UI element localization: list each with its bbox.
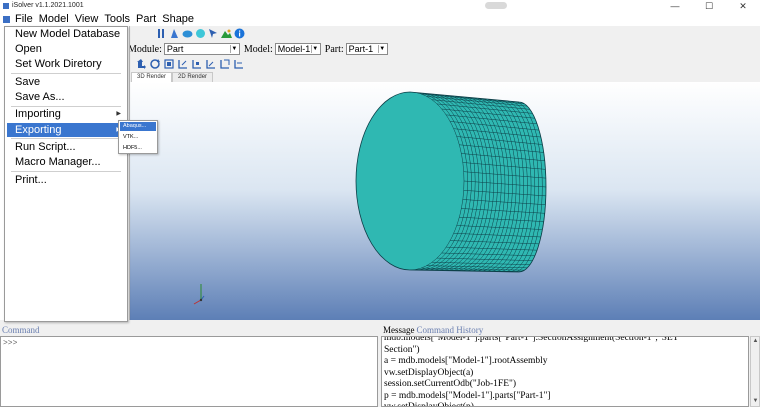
command-prompt: >>> <box>3 339 18 348</box>
part-label: Part: <box>324 43 344 55</box>
part-combo[interactable]: Part-1 ▼ <box>345 43 388 55</box>
close-button[interactable]: ✕ <box>726 0 760 12</box>
maximize-button[interactable]: ☐ <box>692 0 726 12</box>
tab-3d-render[interactable]: 3D Render <box>131 72 173 82</box>
zoom-fit-icon[interactable] <box>163 58 175 70</box>
message-scrollbar[interactable]: ▲ ▼ <box>750 336 760 407</box>
menu-item-exporting[interactable]: Exporting <box>15 124 61 137</box>
submenu-item-vtk[interactable]: VTK... <box>123 133 138 141</box>
chevron-down-icon: ▼ <box>310 45 319 53</box>
message-panel-tabs: Message Command History <box>383 325 483 336</box>
scroll-down-icon[interactable]: ▼ <box>752 398 759 405</box>
menu-item-new-model-database[interactable]: New Model Database <box>15 28 120 41</box>
tab-command-history[interactable]: Command History <box>417 325 484 336</box>
module-selector-row: Module: Part ▼ Model: Model-1 ▼ Part: Pa… <box>128 42 392 56</box>
view-toolbar <box>135 58 247 72</box>
menu-item-macro-manager[interactable]: Macro Manager... <box>15 156 101 169</box>
rotate-icon[interactable] <box>149 58 161 70</box>
menu-separator <box>11 106 121 107</box>
submenu-item-hdf5[interactable]: HDF5... <box>123 144 142 152</box>
pan-icon[interactable] <box>135 58 147 70</box>
command-panel-header: Command <box>2 325 40 335</box>
mountain-tool-icon[interactable] <box>221 28 232 39</box>
menu-item-print[interactable]: Print... <box>15 174 47 187</box>
cylinder-body <box>355 91 547 273</box>
menu-item-save[interactable]: Save <box>15 76 40 89</box>
info-icon[interactable] <box>234 28 245 39</box>
3d-viewport[interactable] <box>130 82 760 320</box>
message-line: mdb.models["Model-1"].parts["Part-1"].Se… <box>384 336 679 343</box>
window-title: iSolver v1.1.2021.1001 <box>12 2 84 9</box>
view-front-icon[interactable] <box>177 58 189 70</box>
column-chart-icon[interactable] <box>156 28 167 39</box>
load-tool-icon[interactable] <box>169 28 180 39</box>
view-top-icon[interactable] <box>205 58 217 70</box>
message-line: a = mdb.models["Model-1"].rootAssembly <box>384 356 548 366</box>
scroll-up-icon[interactable]: ▲ <box>752 338 759 345</box>
menu-separator <box>11 171 121 172</box>
model-combo[interactable]: Model-1 ▼ <box>274 43 321 55</box>
minimize-button[interactable]: — <box>658 0 692 12</box>
axes-triad-icon <box>193 284 205 305</box>
message-log: mdb.models["Model-1"].parts["Part-1"].Se… <box>381 336 749 407</box>
menu-model[interactable]: Model <box>36 12 72 26</box>
file-menu-dropdown: New Model Database Open Set Work Diretor… <box>4 26 128 322</box>
menu-separator <box>11 73 121 74</box>
titlebar-pill <box>485 2 507 9</box>
menu-separator <box>11 138 121 139</box>
menu-item-save-as[interactable]: Save As... <box>15 91 65 104</box>
message-line: p = mdb.models["Model-1"].parts["Part-1"… <box>384 390 551 401</box>
chevron-down-icon: ▼ <box>377 45 386 53</box>
command-input-area[interactable]: >>> <box>0 336 378 407</box>
sphere-tool-icon[interactable] <box>195 28 206 39</box>
model-value: Model-1 <box>277 44 311 54</box>
exporting-submenu: Abaqus... VTK... HDF5... <box>118 120 158 154</box>
submenu-item-abaqus[interactable]: Abaqus... <box>123 122 146 130</box>
main-toolbar <box>120 26 760 42</box>
view-bottom-icon[interactable] <box>233 58 245 70</box>
view-side-icon[interactable] <box>191 58 203 70</box>
menu-view[interactable]: View <box>72 12 102 26</box>
menu-file[interactable]: File <box>12 12 36 26</box>
view-iso-icon[interactable] <box>219 58 231 70</box>
menu-part[interactable]: Part <box>133 12 159 26</box>
menu-item-open[interactable]: Open <box>15 43 42 56</box>
message-line: vw.setDisplayObject(p) <box>384 402 474 407</box>
part-value: Part-1 <box>348 44 374 54</box>
menu-tools[interactable]: Tools <box>101 12 133 26</box>
tab-2d-render[interactable]: 2D Render <box>172 72 214 82</box>
menu-item-run-script[interactable]: Run Script... <box>15 141 76 154</box>
model-label: Model: <box>243 43 273 55</box>
menu-bar: File Model View Tools Part Shape <box>0 12 760 26</box>
isolver-app: iSolver v1.1.2021.1001 — ☐ ✕ File Model … <box>0 0 760 407</box>
message-line: session.setCurrentOdb("Job-1FE") <box>384 379 517 389</box>
pointer-tool-icon[interactable] <box>208 28 219 39</box>
chevron-down-icon: ▼ <box>229 45 238 53</box>
menu-item-set-work-directory[interactable]: Set Work Diretory <box>15 58 102 71</box>
menu-item-importing[interactable]: Importing <box>15 108 61 121</box>
message-line: vw.setDisplayObject(a) <box>384 367 474 378</box>
app-icon <box>3 15 10 23</box>
render-tabs: 3D Render 2D Render <box>131 72 214 82</box>
cylinder-mesh-view <box>193 91 547 305</box>
tab-message[interactable]: Message <box>383 325 415 336</box>
module-combo[interactable]: Part ▼ <box>163 43 240 55</box>
module-label: Module: <box>128 43 162 55</box>
window-controls: — ☐ ✕ <box>658 0 760 12</box>
message-lines: mdb.models["Model-1"].parts["Part-1"].Se… <box>384 336 679 407</box>
menu-shape[interactable]: Shape <box>159 12 197 26</box>
title-bar: iSolver v1.1.2021.1001 — ☐ ✕ <box>0 0 760 12</box>
module-value: Part <box>166 44 184 54</box>
app-icon <box>3 3 9 9</box>
message-line: Section") <box>384 344 420 355</box>
surface-tool-icon[interactable] <box>182 28 193 39</box>
